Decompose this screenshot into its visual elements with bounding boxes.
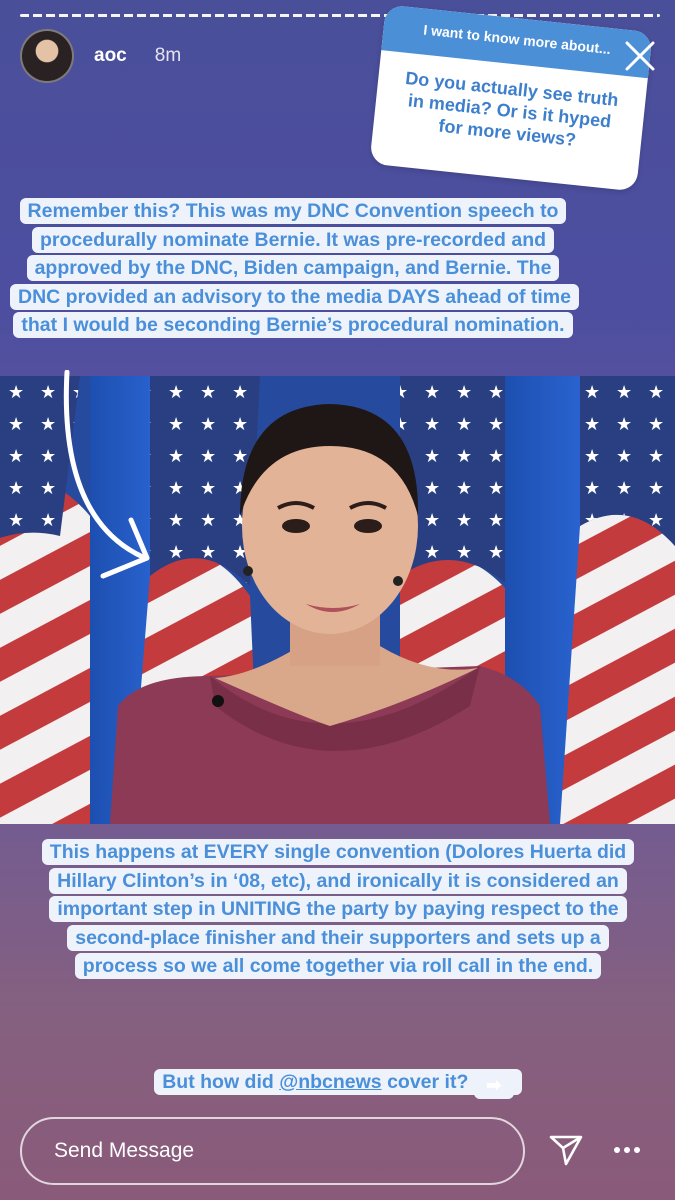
close-icon[interactable] — [622, 38, 658, 74]
more-options-icon[interactable] — [612, 1138, 642, 1162]
caption-bottom: But how did @nbcnews cover it? ➡ — [126, 1068, 550, 1099]
caption-middle: This happens at EVERY single convention … — [40, 838, 636, 981]
send-icon[interactable] — [548, 1131, 584, 1167]
story-progress-bar — [20, 14, 660, 17]
caption-top-text: Remember this? This was my DNC Conventio… — [10, 198, 579, 338]
avatar[interactable] — [20, 29, 74, 83]
caption-bottom-text: But how did @nbcnews cover it? ➡ — [154, 1069, 522, 1099]
right-arrow-emoji-icon: ➡ — [473, 1071, 514, 1099]
time-ago: 8m — [154, 45, 182, 66]
caption-top: Remember this? This was my DNC Conventio… — [10, 197, 579, 340]
username[interactable]: aoc — [94, 45, 127, 67]
send-message-input[interactable]: Send Message — [20, 1117, 525, 1185]
story-header: aoc 8m — [20, 29, 182, 83]
caption-bottom-suffix: cover it? — [381, 1071, 474, 1093]
caption-bottom-prefix: But how did — [162, 1071, 280, 1093]
hand-drawn-arrow — [63, 370, 150, 579]
question-sticker[interactable]: I want to know more about... Do you actu… — [369, 4, 653, 192]
caption-middle-text: This happens at EVERY single convention … — [41, 839, 635, 979]
nbcnews-mention-link[interactable]: @nbcnews — [279, 1071, 381, 1093]
send-message-placeholder: Send Message — [54, 1139, 195, 1162]
